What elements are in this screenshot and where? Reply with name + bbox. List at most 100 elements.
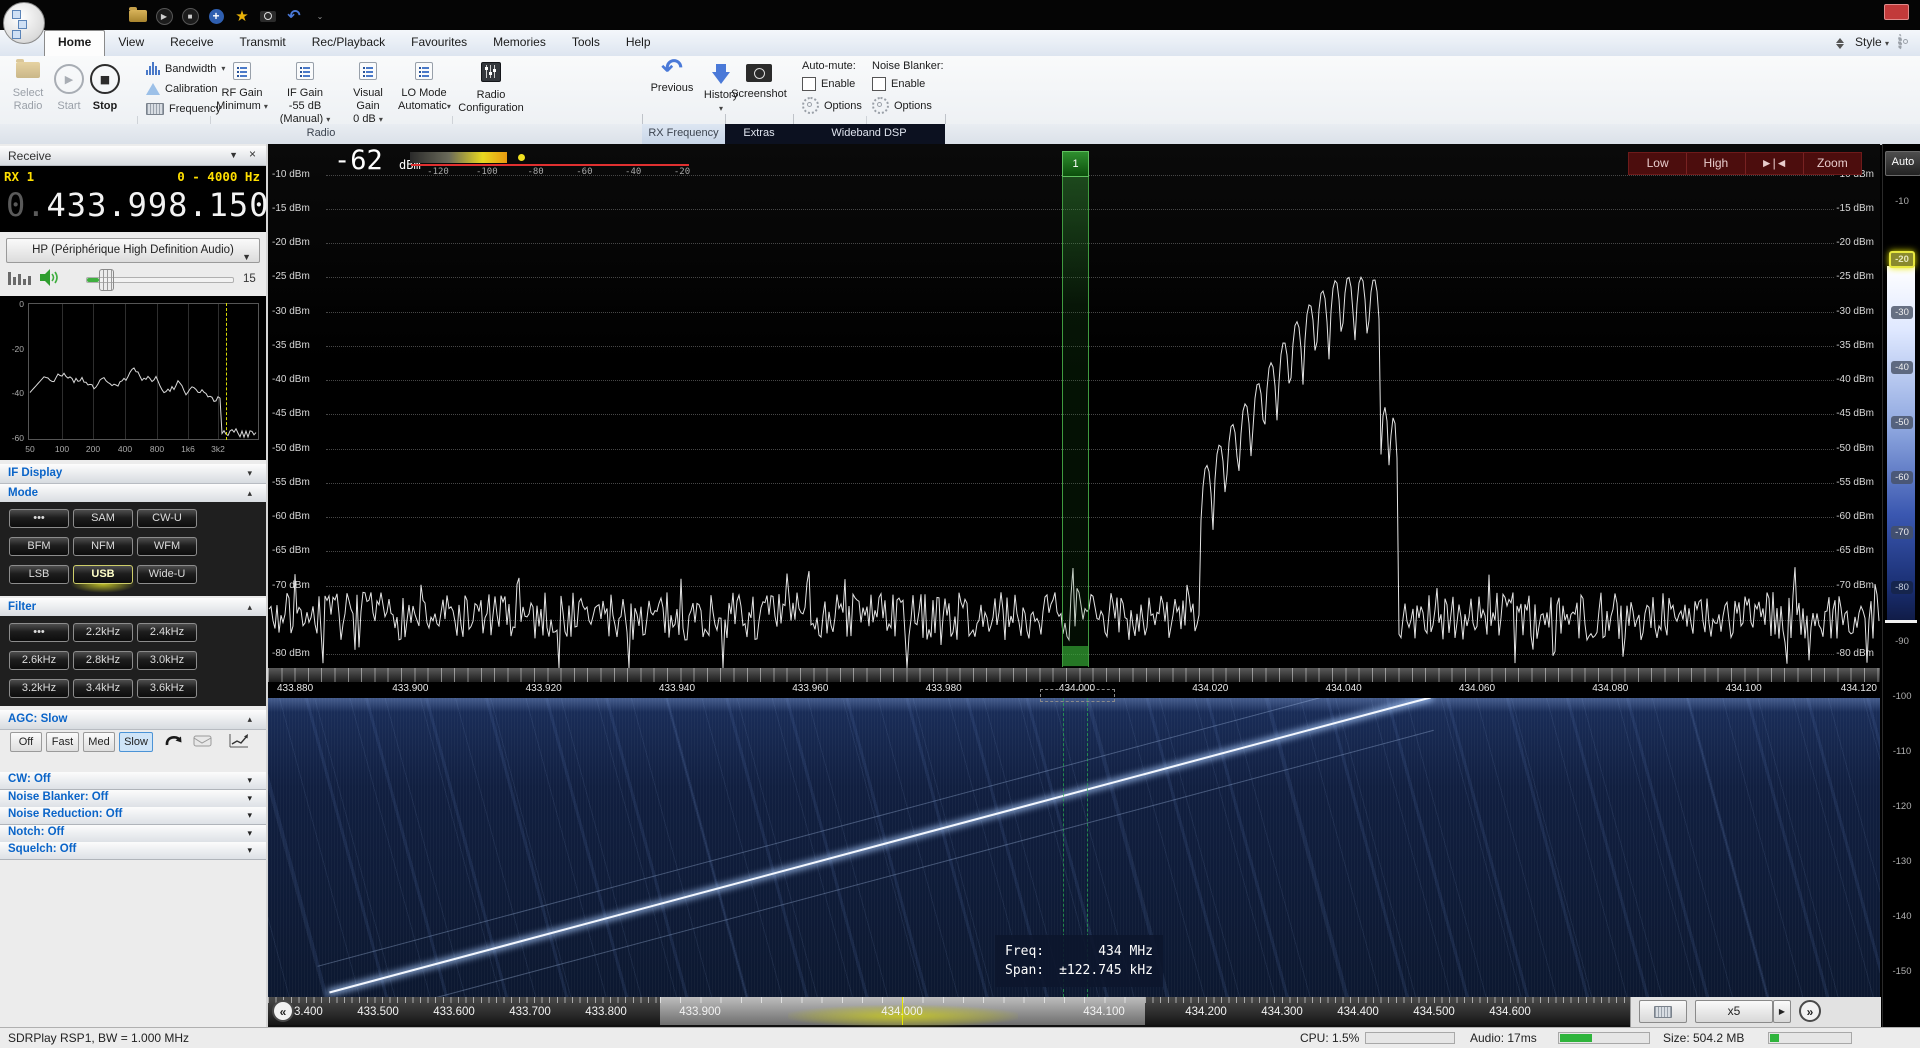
collapse-ribbon-icon[interactable] <box>1836 38 1844 49</box>
agc-button-off[interactable]: Off <box>10 732 42 752</box>
section-noise-blanker[interactable]: Noise Blanker: Off▾ <box>0 790 266 808</box>
enter-frequency-button[interactable] <box>1639 1000 1687 1023</box>
tuned-frequency[interactable]: 0.433.998.150 <box>6 186 269 224</box>
settings-gear-icon[interactable] <box>1898 34 1902 50</box>
style-menu[interactable]: Style ▾ <box>1855 35 1889 49</box>
band-navigation-bar[interactable]: 433.400433.500433.600433.700433.800433.9… <box>268 997 1880 1027</box>
spectrum-button-high[interactable]: High <box>1687 153 1745 174</box>
panel-dropdown-icon[interactable]: ▼ <box>229 150 238 160</box>
collapse-icon[interactable]: ▾ <box>247 845 252 856</box>
spectrum-button-low[interactable]: Low <box>1629 153 1687 174</box>
rf-gain-button[interactable]: RF GainMinimum ▾ <box>216 62 268 113</box>
palette-scale--60[interactable]: -60 <box>1883 471 1920 484</box>
filter-button-3.2khz[interactable]: 3.2kHz <box>9 679 69 698</box>
filter-button-2.8khz[interactable]: 2.8kHz <box>73 651 133 670</box>
collapse-icon[interactable]: ▾ <box>247 810 252 821</box>
scroll-right-button[interactable]: » <box>1799 1000 1821 1022</box>
stop-icon[interactable]: ■ <box>177 7 203 25</box>
agc-undo-icon[interactable] <box>163 732 185 750</box>
palette-scale--110[interactable]: -110 <box>1883 746 1920 757</box>
close-button[interactable] <box>1884 4 1909 20</box>
filter-button-3.0khz[interactable]: 3.0kHz <box>137 651 197 670</box>
favourite-star-icon[interactable]: ★ <box>229 7 255 25</box>
stop-button[interactable]: ■ Stop <box>88 64 122 113</box>
tab-favourites[interactable]: Favourites <box>398 30 480 56</box>
tab-home[interactable]: Home <box>44 30 105 56</box>
undo-icon[interactable]: ↶ <box>281 7 307 25</box>
noise-blanker-enable[interactable]: Enable <box>872 77 944 91</box>
palette-scale--30[interactable]: -30 <box>1883 306 1920 319</box>
filter-button-3.6khz[interactable]: 3.6kHz <box>137 679 197 698</box>
agc-preset-icon[interactable] <box>193 734 213 748</box>
collapse-icon[interactable]: ▴ <box>247 714 252 725</box>
agc-header[interactable]: AGC: Slow ▴ <box>0 710 266 730</box>
filter-button-2.6khz[interactable]: 2.6kHz <box>9 651 69 670</box>
checkbox-icon[interactable] <box>802 77 816 91</box>
mode-button-wfm[interactable]: WFM <box>137 537 197 556</box>
app-menu-orb[interactable] <box>3 2 45 44</box>
select-radio-button[interactable]: SelectRadio <box>10 62 46 113</box>
lo-mode-button[interactable]: LO ModeAutomatic▾ <box>398 62 450 113</box>
if-display-header[interactable]: IF Display ▾ <box>0 464 266 484</box>
mode-button-usb[interactable]: USB <box>73 565 133 584</box>
palette-scale--10[interactable]: -10 <box>1883 196 1920 207</box>
palette-scale--70[interactable]: -70 <box>1883 526 1920 539</box>
noise-blanker-options[interactable]: Options <box>872 97 944 114</box>
mode-button-cwu[interactable]: CW-U <box>137 509 197 528</box>
auto-mute-enable[interactable]: Enable <box>802 77 872 91</box>
section-squelch[interactable]: Squelch: Off▾ <box>0 842 266 860</box>
tab-help[interactable]: Help <box>613 30 664 56</box>
collapse-icon[interactable]: ▴ <box>247 488 252 499</box>
mode-button-[interactable]: ••• <box>9 509 69 528</box>
tab-view[interactable]: View <box>105 30 157 56</box>
tab-memories[interactable]: Memories <box>480 30 559 56</box>
scroll-left-button[interactable]: « <box>272 1000 294 1022</box>
palette-scale--140[interactable]: -140 <box>1883 911 1920 922</box>
mode-button-sam[interactable]: SAM <box>73 509 133 528</box>
receive-panel-header[interactable]: Receive ▼ × <box>0 146 266 166</box>
mode-button-wideu[interactable]: Wide-U <box>137 565 197 584</box>
mode-header[interactable]: Mode ▴ <box>0 484 266 504</box>
previous-button[interactable]: ↶ Previous <box>648 62 696 95</box>
collapse-icon[interactable]: ▾ <box>247 775 252 786</box>
visual-gain-button[interactable]: Visual Gain0 dB ▾ <box>340 62 396 126</box>
collapse-icon[interactable]: ▴ <box>247 602 252 613</box>
palette-scale--100[interactable]: -100 <box>1883 691 1920 702</box>
rx-marker-column[interactable] <box>1062 151 1089 667</box>
screenshot-button[interactable]: Screenshot <box>730 64 788 101</box>
palette-scale--20[interactable]: -20 <box>1883 251 1920 268</box>
volume-slider-thumb[interactable] <box>99 269 114 291</box>
palette-low-handle[interactable] <box>1885 620 1917 623</box>
mode-button-nfm[interactable]: NFM <box>73 537 133 556</box>
equalizer-icon[interactable] <box>8 272 31 285</box>
agc-graph-icon[interactable] <box>228 732 250 749</box>
spectrum-frequency-ruler[interactable] <box>268 668 1880 682</box>
agc-button-fast[interactable]: Fast <box>46 732 79 752</box>
rx-marker-flag[interactable]: 1 <box>1062 151 1089 177</box>
radio-configuration-button[interactable]: RadioConfiguration <box>456 62 526 115</box>
filter-button-2.2khz[interactable]: 2.2kHz <box>73 623 133 642</box>
collapse-icon[interactable]: ▾ <box>247 793 252 804</box>
spectrum-display[interactable]: -10 dBm-10 dBm-15 dBm-15 dBm-20 dBm-20 d… <box>268 144 1880 697</box>
start-button[interactable]: ▶ Start <box>52 64 86 113</box>
filter-button-3.4khz[interactable]: 3.4kHz <box>73 679 133 698</box>
mode-button-lsb[interactable]: LSB <box>9 565 69 584</box>
auto-mute-options[interactable]: Options <box>802 97 872 114</box>
tab-tools[interactable]: Tools <box>559 30 613 56</box>
toolbar-overflow-icon[interactable]: ⌄ <box>307 7 333 25</box>
if-gain-button[interactable]: IF Gain-55 dB (Manual) ▾ <box>272 62 338 126</box>
tab-rec-playback[interactable]: Rec/Playback <box>299 30 398 56</box>
spectrum-button-[interactable]: ►|◄ <box>1746 153 1804 174</box>
zoom-x5-button[interactable]: x5 <box>1695 1000 1773 1023</box>
palette-scale--130[interactable]: -130 <box>1883 856 1920 867</box>
open-folder-icon[interactable] <box>125 7 151 25</box>
section-noise-reduction[interactable]: Noise Reduction: Off▾ <box>0 807 266 825</box>
filter-button-2.4khz[interactable]: 2.4kHz <box>137 623 197 642</box>
audio-device-select[interactable]: HP (Périphérique High Definition Audio) … <box>6 238 260 263</box>
screenshot-camera-icon[interactable] <box>255 7 281 25</box>
filter-button-[interactable]: ••• <box>9 623 69 642</box>
checkbox-icon[interactable] <box>872 77 886 91</box>
waterfall-palette-gradient[interactable] <box>1887 266 1915 622</box>
spectrum-button-zoom[interactable]: Zoom <box>1804 153 1861 174</box>
auto-gain-button[interactable]: Auto <box>1885 151 1920 176</box>
